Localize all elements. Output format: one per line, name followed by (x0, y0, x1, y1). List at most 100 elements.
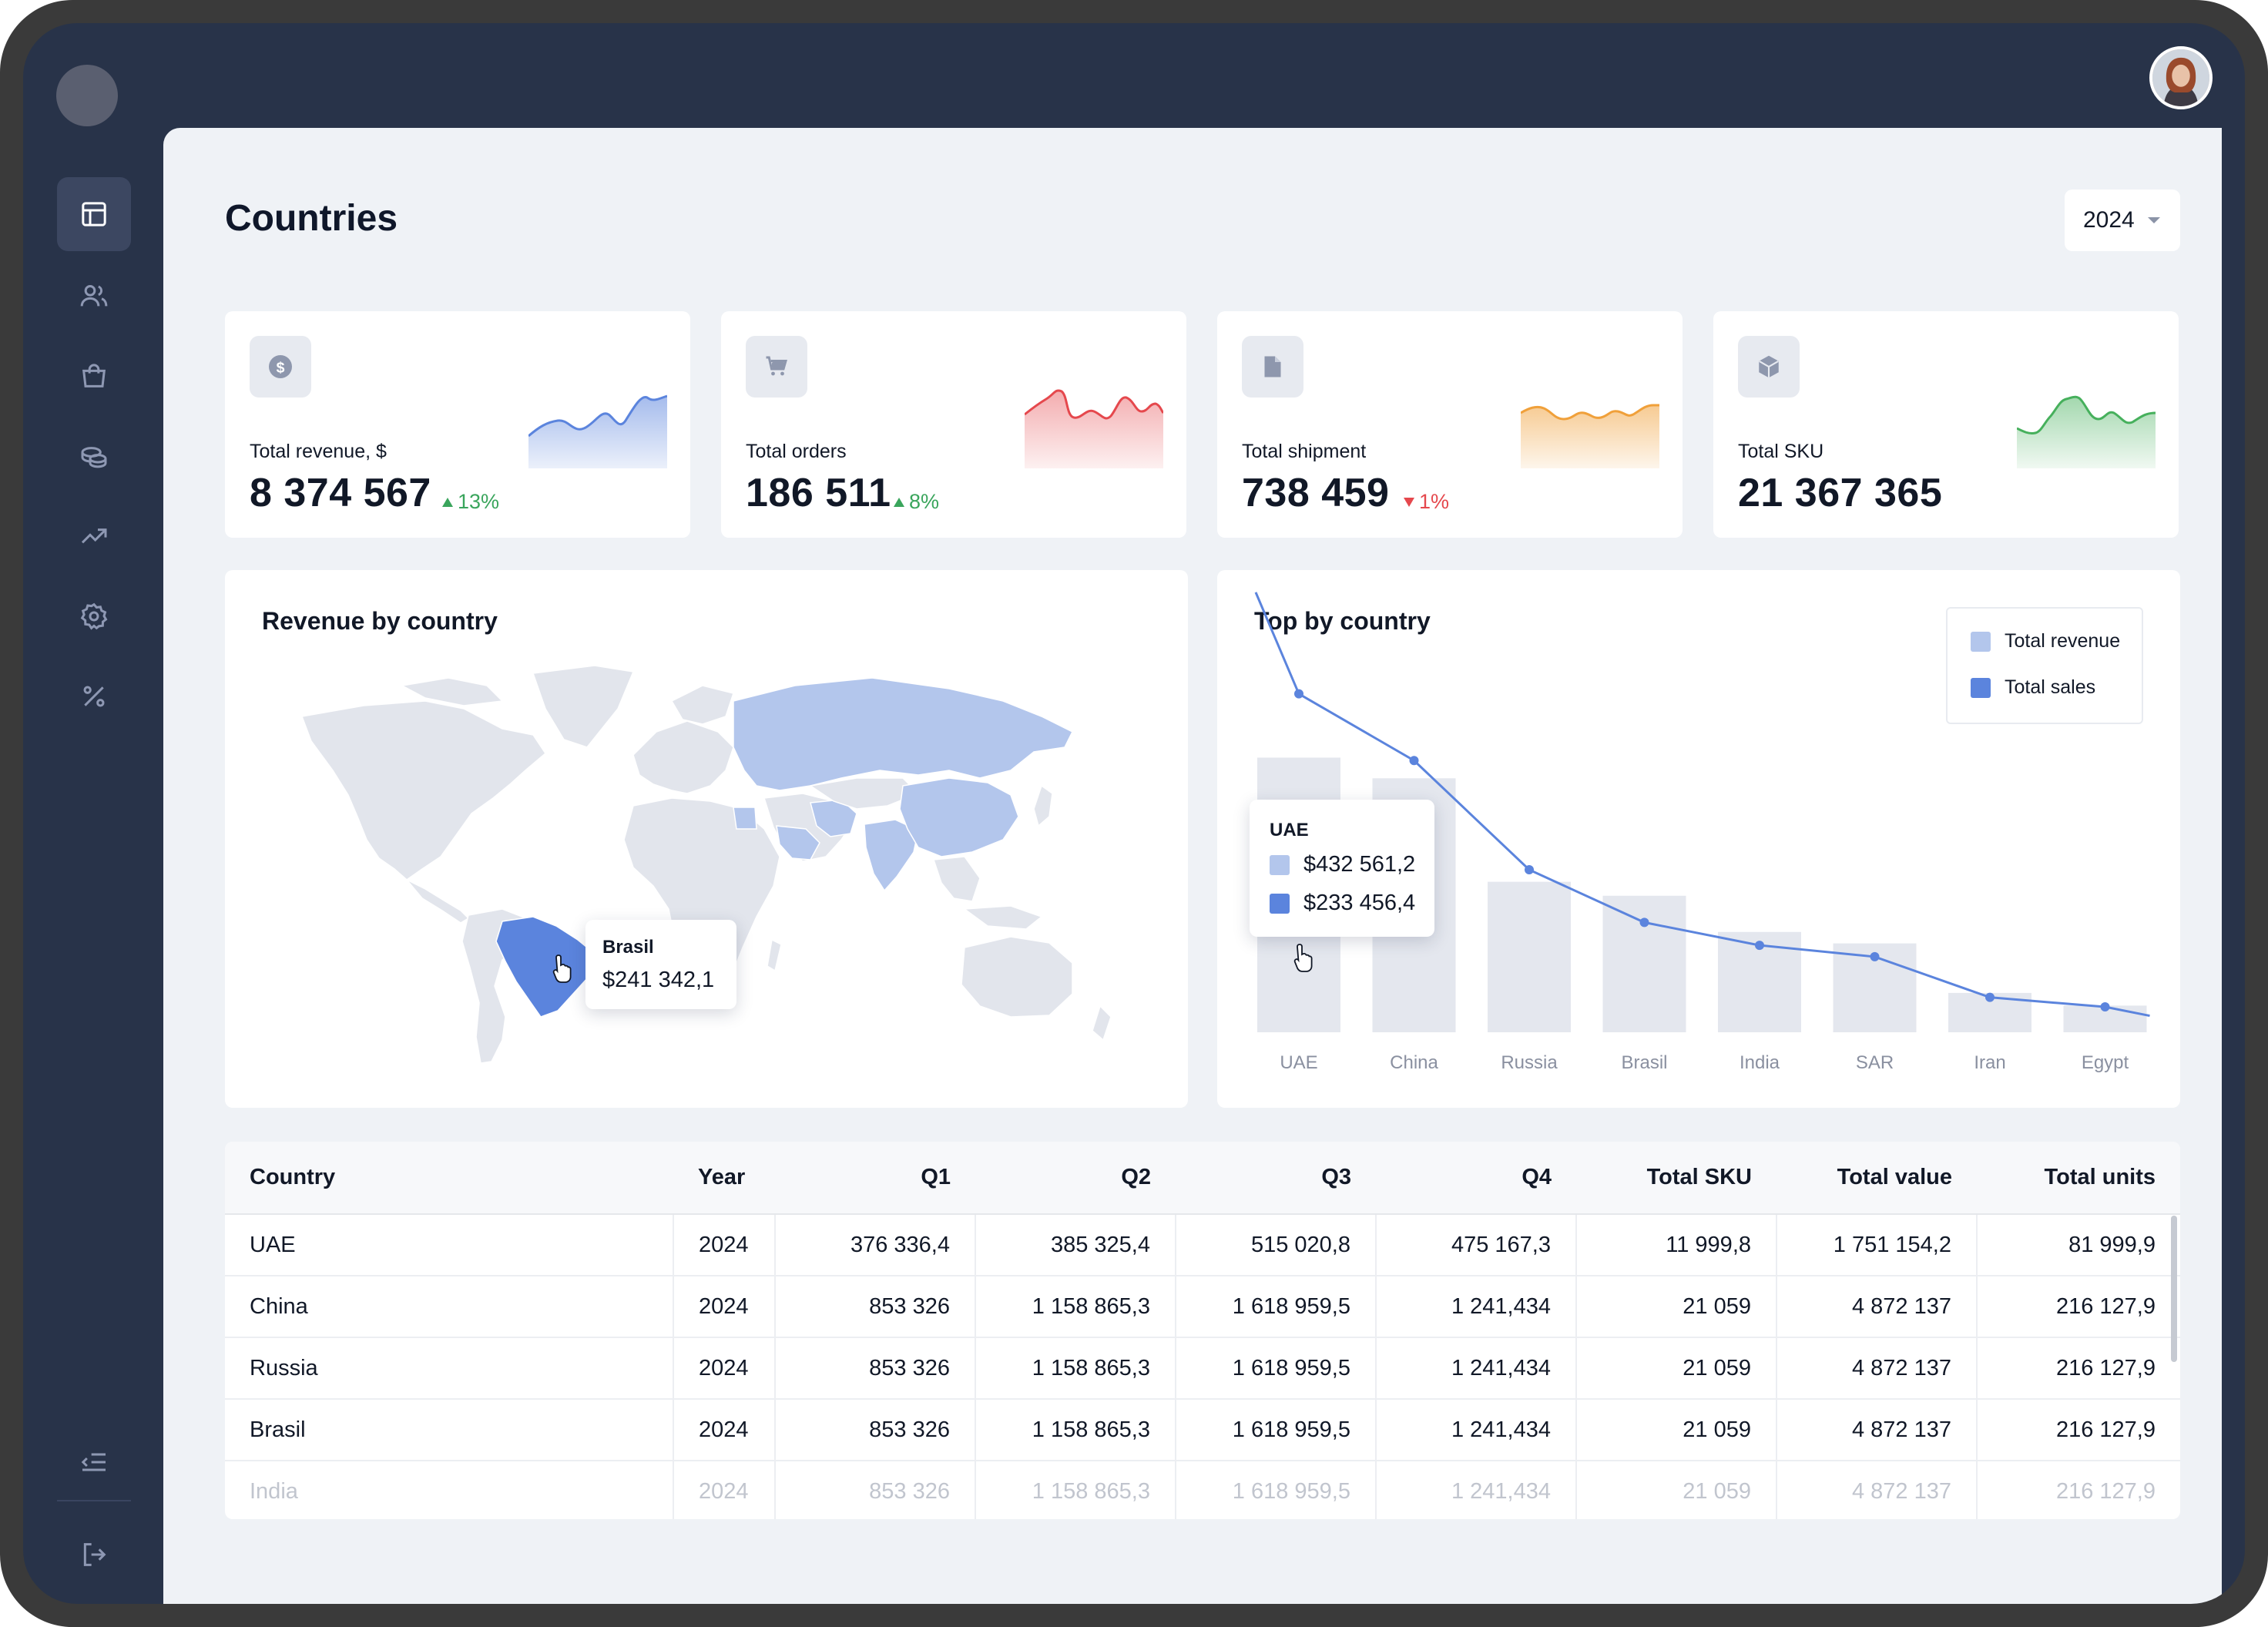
dollar-icon: $ (250, 336, 311, 398)
nav-settings[interactable] (57, 579, 131, 653)
column-header-year[interactable]: Year (673, 1142, 775, 1215)
hand-cursor-icon (1293, 944, 1313, 972)
table-cell: 475 167,3 (1375, 1214, 1576, 1276)
column-header-q2[interactable]: Q2 (975, 1142, 1176, 1215)
europe[interactable] (632, 720, 734, 794)
data-table: Country Year Q1 Q2 Q3 Q4 Total SKU Total… (225, 1142, 2180, 1519)
sales-point-sar[interactable] (1870, 951, 1880, 961)
table-cell: 376 336,4 (774, 1214, 975, 1276)
column-header-total-sku[interactable]: Total SKU (1576, 1142, 1776, 1215)
main-content: Countries 2024 $ Total revenue, $ 8 374 … (163, 128, 2222, 1604)
column-header-total-units[interactable]: Total units (1977, 1142, 2180, 1215)
table-cell: India (225, 1461, 673, 1519)
table-cell: 1 618 959,5 (1175, 1276, 1376, 1338)
table-cell: 1 241,434 (1375, 1276, 1576, 1338)
shopping-bag-icon (82, 364, 106, 387)
table-cell: 1 618 959,5 (1175, 1399, 1376, 1461)
table-row[interactable]: Brasil 2024 853 326 1 158 865,3 1 618 959,5 1… (225, 1399, 2180, 1461)
japan[interactable] (1033, 784, 1053, 827)
kpi-card-orders: Total orders 186 511 8% (721, 311, 1186, 538)
table-cell: 1 158 865,3 (975, 1276, 1176, 1338)
greenland[interactable] (532, 665, 635, 748)
nav-analytics[interactable] (57, 499, 131, 573)
kpi-change: 1% (1404, 490, 1449, 514)
column-header-q4[interactable]: Q4 (1376, 1142, 1576, 1215)
column-header-country[interactable]: Country (225, 1142, 673, 1215)
logo[interactable] (56, 65, 118, 126)
table-cell: 2024 (673, 1461, 775, 1519)
column-header-q1[interactable]: Q1 (775, 1142, 975, 1215)
china[interactable] (899, 777, 1019, 857)
year-select[interactable]: 2024 (2065, 190, 2180, 251)
legend-swatch (1270, 893, 1290, 914)
indonesia[interactable] (962, 905, 1043, 930)
svg-text:$: $ (277, 360, 285, 377)
table-header-row: Country Year Q1 Q2 Q3 Q4 Total SKU Total… (225, 1142, 2180, 1215)
table-cell: 21 059 (1575, 1337, 1776, 1400)
table-row[interactable]: India 2024 853 326 1 158 865,3 1 618 959,5 1 … (225, 1461, 2180, 1519)
box-icon (1738, 336, 1800, 398)
scandinavia[interactable] (670, 685, 734, 725)
table-cell: 385 325,4 (975, 1214, 1176, 1276)
table-cell: Russia (225, 1337, 673, 1400)
sku-sparkline (2017, 395, 2156, 468)
nav-users[interactable] (57, 259, 131, 333)
nav-finance[interactable] (57, 419, 131, 493)
sales-point-egypt[interactable] (2100, 1002, 2110, 1012)
kpi-label: Total shipment (1242, 441, 1367, 462)
new-zealand[interactable] (1092, 1005, 1112, 1042)
kpi-value: 21 367 365 (1738, 471, 1943, 515)
document-icon (1242, 336, 1303, 398)
x-tick-label: India (1739, 1052, 1780, 1073)
north-america[interactable] (300, 700, 546, 881)
coins-icon (81, 447, 107, 468)
table-cell: 21 059 (1575, 1399, 1776, 1461)
sales-point-india[interactable] (1755, 941, 1764, 951)
table-cell: 1 618 959,5 (1175, 1337, 1376, 1400)
table-row[interactable]: Russia 2024 853 326 1 158 865,3 1 618 959,5 1… (225, 1337, 2180, 1400)
nav-logout[interactable] (57, 1524, 131, 1585)
chevron-down-icon (2148, 217, 2160, 223)
nav-shop[interactable] (57, 339, 131, 413)
kpi-change-value: 1% (1419, 490, 1450, 513)
brazil[interactable] (495, 916, 596, 1018)
table-cell: 4 872 137 (1776, 1337, 1977, 1400)
madagascar[interactable] (767, 938, 782, 972)
australia[interactable] (961, 936, 1073, 1018)
nav-dashboard[interactable] (57, 177, 131, 251)
table-cell: 515 020,8 (1175, 1214, 1376, 1276)
column-header-total-value[interactable]: Total value (1776, 1142, 1977, 1215)
table-cell: 11 999,8 (1575, 1214, 1776, 1276)
sales-point-china[interactable] (1409, 756, 1419, 766)
triangle-up-icon (894, 497, 904, 507)
table-cell: 4 872 137 (1776, 1276, 1977, 1338)
russia[interactable] (733, 677, 1074, 791)
bar-brasil[interactable] (1602, 895, 1686, 1032)
users-icon (80, 285, 108, 307)
avatar[interactable] (2149, 46, 2213, 109)
table-cell: 2024 (673, 1399, 775, 1461)
nav-collapse[interactable] (57, 1425, 131, 1499)
table-cell: 1 751 154,2 (1776, 1214, 1977, 1276)
sales-point-russia[interactable] (1525, 864, 1534, 874)
table-row[interactable]: China 2024 853 326 1 158 865,3 1 618 959,5 1 … (225, 1276, 2180, 1338)
egypt[interactable] (733, 807, 757, 830)
kpi-card-revenue: $ Total revenue, $ 8 374 567 13% (225, 311, 690, 538)
central-america[interactable] (406, 879, 470, 924)
percent-icon (83, 686, 105, 707)
table-row[interactable]: UAE 2024 376 336,4 385 325,4 515 020,8 475 16… (225, 1214, 2180, 1276)
sales-point-brasil[interactable] (1639, 917, 1649, 928)
x-tick-label: Brasil (1621, 1052, 1668, 1073)
x-tick-label: Iran (1974, 1052, 2006, 1073)
column-header-q3[interactable]: Q3 (1176, 1142, 1376, 1215)
chart-tooltip-country: UAE (1270, 820, 1309, 840)
nav-discounts[interactable] (57, 659, 131, 733)
table-scrollbar[interactable] (2171, 1216, 2177, 1362)
table-cell: 216 127,9 (1976, 1276, 2180, 1338)
gear-icon (80, 602, 108, 630)
sales-point-iran[interactable] (1985, 992, 1995, 1002)
sales-point-uae[interactable] (1294, 689, 1303, 699)
southeast-asia[interactable] (932, 856, 981, 902)
bar-russia[interactable] (1488, 881, 1571, 1032)
chart-tooltip-revenue-value: $432 561,2 (1303, 852, 1416, 877)
